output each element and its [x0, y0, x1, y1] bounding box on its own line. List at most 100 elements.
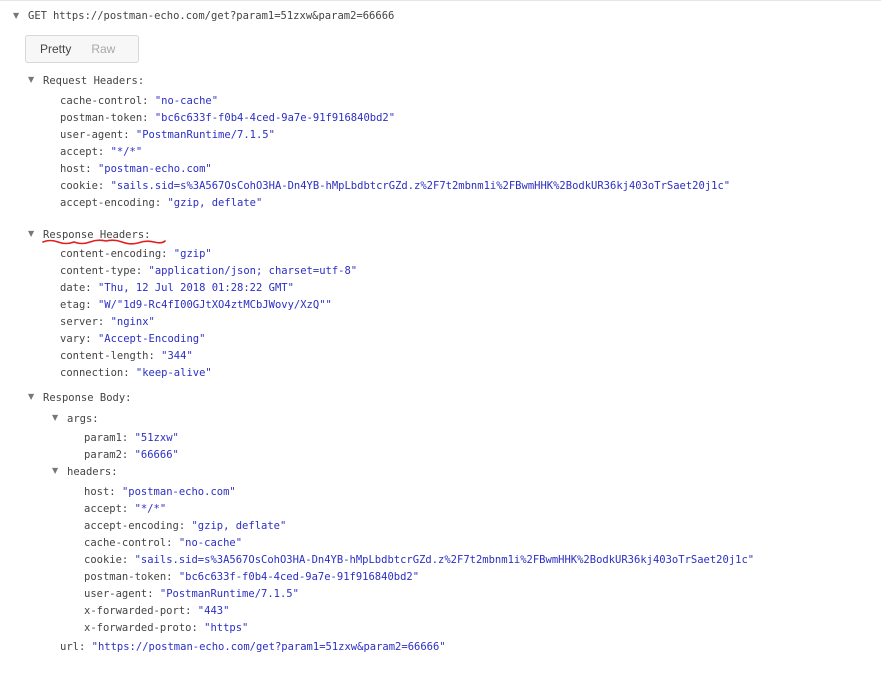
field-value: "Accept-Encoding" [97, 333, 206, 345]
field-value: "PostmanRuntime/7.1.5" [135, 129, 275, 141]
field-value: "gzip, deflate" [167, 197, 263, 209]
field-key: cookie: [84, 554, 129, 566]
arg-row: param1: "51zxw" [84, 430, 179, 446]
field-key: cache-control: [60, 95, 149, 107]
request-method: GET [28, 10, 47, 22]
response-body-section-label: Response Body: [43, 392, 132, 404]
field-key: etag: [60, 299, 92, 311]
request-url: https://postman-echo.com/get?param1=51zx… [52, 10, 395, 22]
request-headers-section[interactable]: ▼ Request Headers: [28, 73, 144, 89]
field-key: url: [60, 641, 86, 653]
body-header-row: cache-control: "no-cache" [84, 535, 242, 551]
caret-down-icon[interactable]: ▼ [28, 227, 43, 241]
caret-down-icon[interactable]: ▼ [28, 390, 43, 404]
field-value: "51zxw" [134, 432, 179, 444]
field-value: "*/*" [110, 146, 143, 158]
field-value: "sails.sid=s%3A567OsCohO3HA-Dn4YB-hMpLbd… [110, 180, 731, 192]
body-url-row: url: "https://postman-echo.com/get?param… [60, 639, 446, 655]
field-value: "*/*" [134, 503, 167, 515]
args-node-label: args: [67, 413, 99, 425]
body-header-row: cookie: "sails.sid=s%3A567OsCohO3HA-Dn4Y… [84, 552, 754, 568]
field-value: "bc6c633f-f0b4-4ced-9a7e-91f916840bd2" [178, 571, 420, 583]
caret-down-icon[interactable]: ▼ [52, 411, 67, 425]
args-node[interactable]: ▼ args: [52, 411, 99, 427]
field-value: "no-cache" [154, 95, 219, 107]
field-key: vary: [60, 333, 92, 345]
field-key: host: [84, 486, 116, 498]
response-header-row: content-length: "344" [60, 348, 193, 364]
field-key: param2: [84, 449, 129, 461]
field-key: x-forwarded-proto: [84, 622, 198, 634]
field-value: "bc6c633f-f0b4-4ced-9a7e-91f916840bd2" [154, 112, 396, 124]
field-key: content-type: [60, 265, 143, 277]
field-key: host: [60, 163, 92, 175]
field-value: "443" [197, 605, 230, 617]
response-header-row: etag: "W/"1d9-Rc4fI00GJtXO4ztMCbJWovy/Xz… [60, 297, 332, 313]
response-header-row: server: "nginx" [60, 314, 155, 330]
response-header-row: content-type: "application/json; charset… [60, 263, 357, 279]
body-header-row: x-forwarded-port: "443" [84, 603, 229, 619]
field-key: date: [60, 282, 92, 294]
field-key: user-agent: [60, 129, 130, 141]
field-value: "postman-echo.com" [97, 163, 212, 175]
request-header-row: accept: "*/*" [60, 144, 142, 160]
field-value: "gzip, deflate" [191, 520, 287, 532]
request-header-row: cookie: "sails.sid=s%3A567OsCohO3HA-Dn4Y… [60, 178, 730, 194]
field-value: "344" [161, 350, 193, 362]
body-header-row: user-agent: "PostmanRuntime/7.1.5" [84, 586, 299, 602]
response-header-row: date: "Thu, 12 Jul 2018 01:28:22 GMT" [60, 280, 294, 296]
body-headers-node-label: headers: [67, 466, 118, 478]
field-key: accept-encoding: [84, 520, 186, 532]
response-body-section[interactable]: ▼ Response Body: [28, 390, 132, 406]
request-headers-section-label: Request Headers: [43, 75, 145, 87]
caret-down-icon[interactable]: ▼ [28, 73, 43, 87]
response-header-row: content-encoding: "gzip" [60, 246, 212, 262]
field-value: "W/"1d9-Rc4fI00GJtXO4ztMCbJWovy/XzQ"" [97, 299, 332, 311]
field-key: content-encoding: [60, 248, 168, 260]
body-header-row: postman-token: "bc6c633f-f0b4-4ced-9a7e-… [84, 569, 419, 585]
response-header-row: vary: "Accept-Encoding" [60, 331, 205, 347]
request-header-row: accept-encoding: "gzip, deflate" [60, 195, 262, 211]
field-key: postman-token: [84, 571, 173, 583]
field-key: user-agent: [84, 588, 154, 600]
field-value: "https" [204, 622, 249, 634]
field-value: "no-cache" [178, 537, 243, 549]
body-header-row: accept-encoding: "gzip, deflate" [84, 518, 286, 534]
body-header-row: host: "postman-echo.com" [84, 484, 236, 500]
field-key: cache-control: [84, 537, 173, 549]
body-header-row: accept: "*/*" [84, 501, 166, 517]
field-key: postman-token: [60, 112, 149, 124]
response-header-row: connection: "keep-alive" [60, 365, 212, 381]
field-key: accept: [84, 503, 129, 515]
field-key: accept-encoding: [60, 197, 162, 209]
top-divider [0, 0, 881, 1]
body-headers-node[interactable]: ▼ headers: [52, 464, 118, 480]
pretty-button[interactable]: Pretty [40, 42, 71, 56]
request-header-row: user-agent: "PostmanRuntime/7.1.5" [60, 127, 275, 143]
field-value: "keep-alive" [135, 367, 212, 379]
field-key: accept: [60, 146, 105, 158]
field-value: "postman-echo.com" [121, 486, 236, 498]
field-key: connection: [60, 367, 130, 379]
caret-down-icon[interactable]: ▼ [52, 464, 67, 478]
field-value: "gzip" [173, 248, 212, 260]
view-mode-toggle: Pretty Raw [25, 35, 139, 63]
request-header-row: postman-token: "bc6c633f-f0b4-4ced-9a7e-… [60, 110, 395, 126]
field-key: content-length: [60, 350, 155, 362]
field-value: "https://postman-echo.com/get?param1=51z… [91, 641, 446, 653]
arg-row: param2: "66666" [84, 447, 179, 463]
field-value: "66666" [134, 449, 179, 461]
raw-button[interactable]: Raw [91, 42, 115, 56]
field-value: "Thu, 12 Jul 2018 01:28:22 GMT" [97, 282, 294, 294]
field-key: param1: [84, 432, 129, 444]
caret-down-icon[interactable]: ▼ [13, 9, 28, 23]
field-key: x-forwarded-port: [84, 605, 192, 617]
red-underline-annotation [42, 239, 166, 245]
field-value: "PostmanRuntime/7.1.5" [159, 588, 299, 600]
request-summary-row[interactable]: ▼ GET https://postman-echo.com/get?param1=… [13, 9, 394, 23]
field-value: "application/json; charset=utf-8" [148, 265, 358, 277]
request-header-row: host: "postman-echo.com" [60, 161, 212, 177]
body-header-row: x-forwarded-proto: "https" [84, 620, 248, 636]
field-key: server: [60, 316, 105, 328]
field-key: cookie: [60, 180, 105, 192]
